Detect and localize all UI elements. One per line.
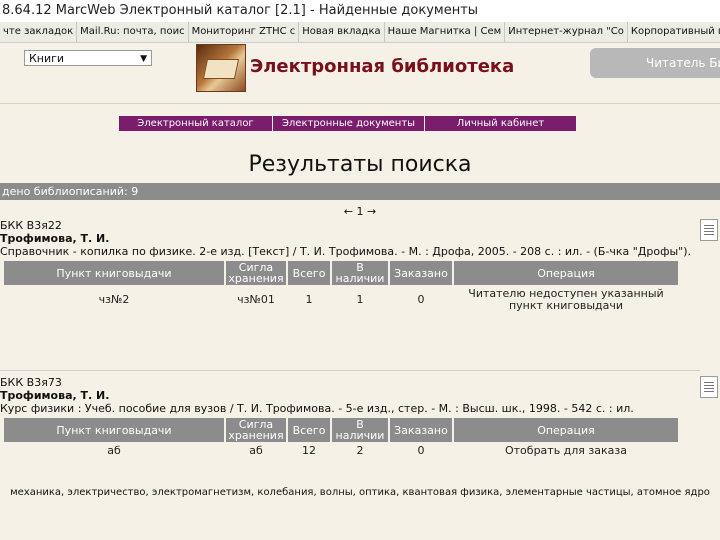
record-author[interactable]: Трофимова, Т. И. [0,232,109,245]
holdings-table-2: Пункт книговыдачи Сигла хранения Всего В… [2,416,680,460]
record-document-icon[interactable] [700,376,718,398]
chevron-down-icon: ▼ [140,54,147,64]
col-available: В наличии [332,418,388,442]
bookmark-item[interactable]: Mail.Ru: почта, поис [77,22,189,42]
order-link[interactable]: Отобрать для заказа [454,444,678,458]
cell-point: чз№2 [98,293,130,306]
pager[interactable]: ← 1 → [0,205,720,218]
bookmark-item[interactable]: Наше Магнитка | Сем [385,22,506,42]
cell-available: 2 [356,444,364,457]
search-type-select[interactable]: Книги ▼ [24,50,152,66]
cell-total: 1 [305,293,313,306]
record-author[interactable]: Трофимова, Т. И. [0,389,109,402]
col-total: Всего [288,418,330,442]
window-title: 8.64.12 MarcWeb Электронный каталог [2.1… [0,0,720,22]
page-title: Результаты поиска [248,152,472,177]
col-point: Пункт книговыдачи [4,261,224,285]
divider [0,103,720,104]
cell-ordered: 0 [417,293,425,306]
reader-button[interactable]: Читатель Би [590,48,720,78]
holdings-table-1: Пункт книговыдачи Сигла хранения Всего В… [2,259,680,315]
holdings-header-row: Пункт книговыдачи Сигла хранения Всего В… [4,418,678,442]
book-icon [202,59,240,79]
cell-available: 1 [356,293,364,306]
tab-personal-cabinet[interactable]: Личный кабинет [425,116,577,131]
record-bbk: БКК В3я22 [0,219,62,232]
tab-electronic-documents[interactable]: Электронные документы [273,116,425,131]
cell-operation: Читателю недоступен указанный пункт книг… [468,287,664,312]
col-sigla: Сигла хранения [226,418,286,442]
table-row: аб аб 12 2 0 Отобрать для заказа [4,444,678,458]
bookmarks-bar: чте закладок Mail.Ru: почта, поис Монитори… [0,22,720,43]
col-ordered: Заказано [390,261,452,285]
record-subjects: механика, электричество, электромагнетиз… [10,487,710,498]
main-nav: Электронный каталог Электронные документ… [119,116,577,131]
cell-total: 12 [302,444,316,457]
record-description: Курс физики : Учеб. пособие для вузов / … [0,402,634,415]
found-count-bar: дено библиописаний: 9 [0,183,720,200]
col-sigla: Сигла хранения [226,261,286,285]
cell-point: аб [107,444,121,457]
site-title: Электронная библиотека [250,56,515,77]
record-description: Справочник - копилка по физике. 2-е изд.… [0,245,692,258]
record-bbk: БКК В3я73 [0,376,62,389]
bookmark-item[interactable]: Новая вкладка [299,22,385,42]
cell-sigla: чз№01 [237,293,275,306]
col-operation: Операция [454,261,678,285]
col-available: В наличии [332,261,388,285]
holdings-header-row: Пункт книговыдачи Сигла хранения Всего В… [4,261,678,285]
tab-electronic-catalog[interactable]: Электронный каталог [119,116,273,131]
bookmark-item[interactable]: Интернет-журнал "Со [505,22,628,42]
col-operation: Операция [454,418,678,442]
bookmark-item[interactable]: чте закладок [0,22,78,42]
col-total: Всего [288,261,330,285]
cell-ordered: 0 [417,444,425,457]
table-row: чз№2 чз№01 1 1 0 Читателю недоступен ука… [4,287,678,313]
col-ordered: Заказано [390,418,452,442]
bookmark-item[interactable]: Мониторинг ZTHC с [189,22,300,42]
record-separator [0,370,700,371]
col-point: Пункт книговыдачи [4,418,224,442]
record-document-icon[interactable] [700,219,718,241]
search-type-value: Книги [29,52,65,65]
cell-sigla: аб [249,444,263,457]
bookmark-item[interactable]: Корпоративный порта [628,22,720,42]
library-logo [196,44,246,92]
